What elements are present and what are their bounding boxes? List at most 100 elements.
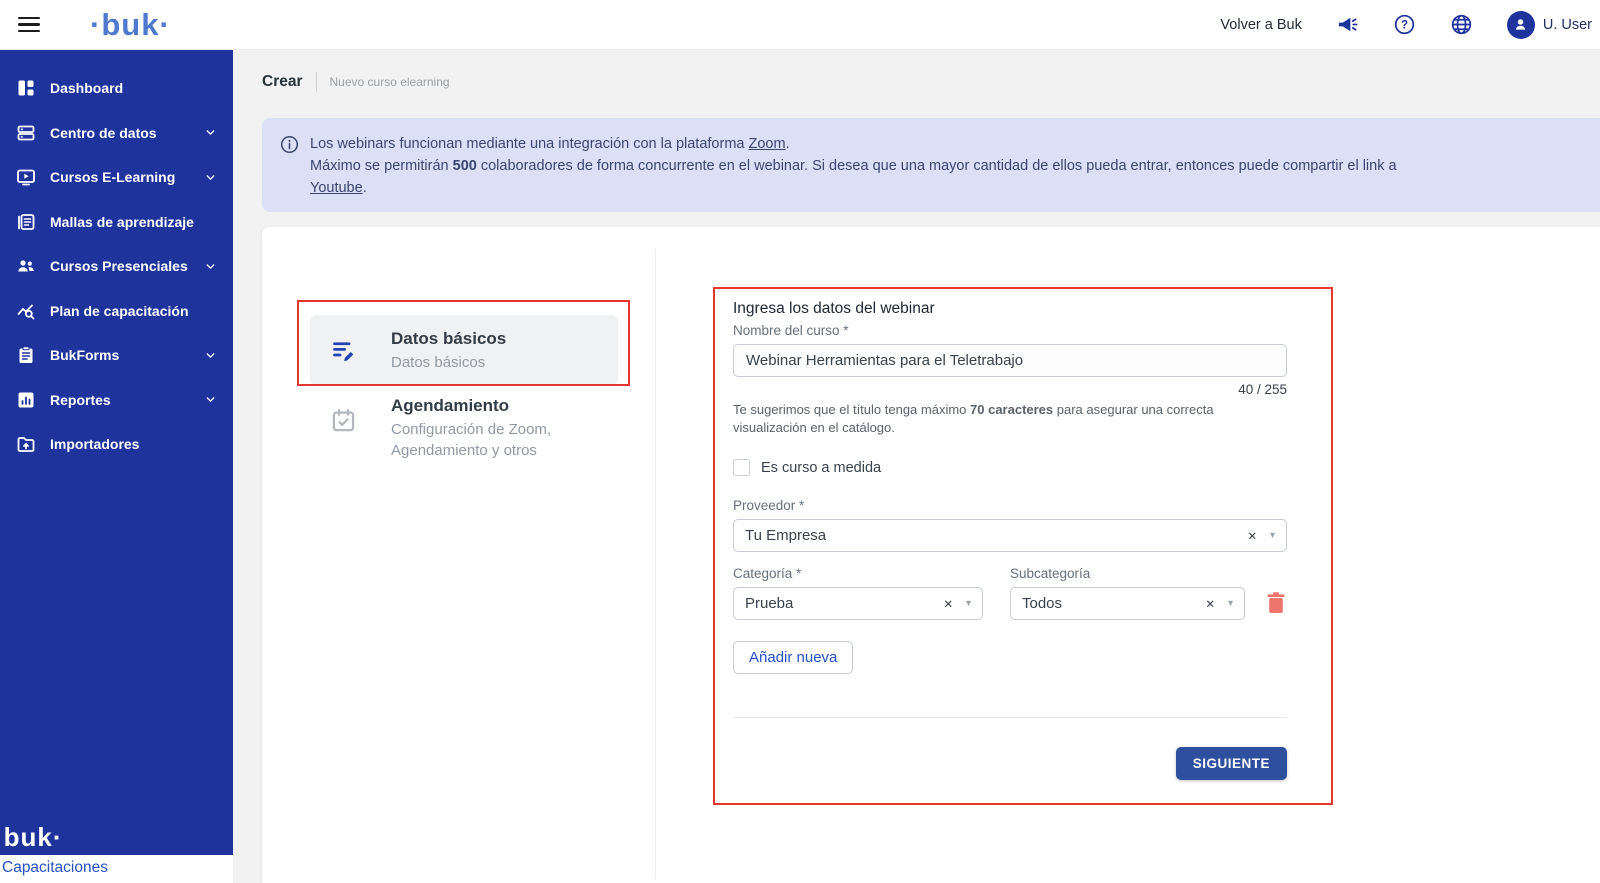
clear-icon[interactable]: ✕	[943, 597, 953, 611]
provider-label: Proveedor *	[733, 497, 1287, 514]
sidebar-item-label: Importadores	[50, 436, 139, 452]
category-select[interactable]: Prueba ✕ ▾	[733, 587, 983, 620]
next-button[interactable]: SIGUIENTE	[1176, 747, 1287, 780]
sidebar-item-label: Plan de capacitación	[50, 303, 189, 319]
help-icon[interactable]: ?	[1393, 13, 1416, 36]
back-to-buk-link[interactable]: Volver a Buk	[1220, 17, 1301, 33]
globe-icon[interactable]	[1450, 13, 1473, 36]
checkbox-label: Es curso a medida	[761, 460, 881, 476]
category-row: Categoría * Prueba ✕ ▾ Subcategoría Todo…	[733, 565, 1287, 620]
sidebar-item-reportes[interactable]: Reportes	[0, 378, 233, 423]
sidebar-item-label: Reportes	[50, 392, 111, 408]
step-agendamiento[interactable]: Agendamiento Configuración de Zoom, Agen…	[310, 395, 620, 461]
caret-down-icon: ▾	[1228, 598, 1233, 609]
custom-course-checkbox-row[interactable]: Es curso a medida	[733, 459, 1287, 476]
database-icon	[16, 123, 36, 143]
course-name-label: Nombre del curso *	[733, 322, 1287, 339]
card-divider	[655, 249, 656, 879]
breadcrumb-subtitle: Nuevo curso elearning	[330, 75, 450, 89]
step-text: Agendamiento Configuración de Zoom, Agen…	[391, 395, 621, 461]
step-datos-basicos[interactable]: Datos básicos Datos básicos	[310, 315, 618, 385]
clear-icon[interactable]: ✕	[1247, 529, 1257, 543]
elearning-icon	[16, 167, 36, 187]
webinar-form: Ingresa los datos del webinar Nombre del…	[733, 300, 1287, 780]
capacitaciones-link[interactable]: Capacitaciones	[0, 855, 233, 883]
category-value: Prueba	[745, 595, 943, 612]
add-new-button[interactable]: Añadir nueva	[733, 641, 853, 674]
subcategory-label: Subcategoría	[1010, 565, 1245, 582]
course-name-input[interactable]	[733, 344, 1287, 377]
provider-select[interactable]: Tu Empresa ✕ ▾	[733, 519, 1287, 552]
sidebar-item-label: Centro de datos	[50, 125, 157, 141]
user-menu[interactable]: U. User	[1507, 11, 1592, 39]
calendar-check-icon	[330, 407, 357, 434]
people-icon	[16, 256, 36, 276]
sidebar-item-importadores[interactable]: Importadores	[0, 422, 233, 467]
form-divider	[733, 717, 1287, 718]
chevron-down-icon	[204, 393, 217, 406]
svg-text:?: ?	[1401, 20, 1408, 32]
sidebar-item-bukforms[interactable]: BukForms	[0, 333, 233, 378]
category-column: Categoría * Prueba ✕ ▾	[733, 565, 983, 620]
step-title: Datos básicos	[391, 328, 621, 350]
bar-chart-icon	[16, 390, 36, 410]
subcategory-column: Subcategoría Todos ✕ ▾	[1010, 565, 1245, 620]
chevron-down-icon	[204, 171, 217, 184]
subcategory-select[interactable]: Todos ✕ ▾	[1010, 587, 1245, 620]
buk-logo-footer: ·buk·	[0, 822, 63, 853]
banner-line-3: Youtube.	[310, 177, 1397, 199]
sidebar-item-label: BukForms	[50, 347, 119, 363]
menu-icon[interactable]	[18, 13, 40, 37]
helper-text: Te sugerimos que el título tenga máximo …	[733, 401, 1287, 437]
sidebar-item-label: Cursos E-Learning	[50, 169, 175, 185]
sidebar-item-label: Mallas de aprendizaje	[50, 214, 194, 230]
sidebar-item-cursos-presenciales[interactable]: Cursos Presenciales	[0, 244, 233, 289]
megaphone-icon[interactable]	[1336, 13, 1359, 36]
sidebar: Dashboard Centro de datos Cursos E-Learn…	[0, 50, 233, 855]
edit-list-icon	[330, 337, 357, 364]
sidebar-item-label: Cursos Presenciales	[50, 258, 188, 274]
training-plan-icon	[16, 301, 36, 321]
info-banner: Los webinars funcionan mediante una inte…	[262, 118, 1600, 212]
clipboard-icon	[16, 345, 36, 365]
form-actions: SIGUIENTE	[733, 747, 1287, 780]
page: ·buk· Volver a Buk ?	[0, 0, 1600, 883]
import-folder-icon	[16, 434, 36, 454]
user-avatar-icon	[1507, 11, 1535, 39]
form-heading: Ingresa los datos del webinar	[733, 300, 1287, 318]
sidebar-item-dashboard[interactable]: Dashboard	[0, 66, 233, 111]
provider-value: Tu Empresa	[745, 527, 1247, 544]
sidebar-item-cursos-elearning[interactable]: Cursos E-Learning	[0, 155, 233, 200]
dashboard-icon	[16, 78, 36, 98]
info-icon	[280, 135, 299, 154]
delete-category-button[interactable]	[1265, 591, 1287, 615]
step-title: Agendamiento	[391, 395, 621, 417]
trash-icon	[1265, 591, 1287, 615]
sidebar-item-label: Dashboard	[50, 80, 123, 96]
breadcrumb: Crear Nuevo curso elearning	[262, 72, 450, 92]
banner-line-1: Los webinars funcionan mediante una inte…	[310, 133, 1397, 155]
caret-down-icon: ▾	[1270, 530, 1275, 541]
info-banner-text: Los webinars funcionan mediante una inte…	[310, 133, 1397, 197]
wizard-card: Datos básicos Datos básicos Agendamiento…	[262, 227, 1600, 883]
page-title: Crear	[262, 73, 303, 91]
custom-course-checkbox[interactable]	[733, 459, 750, 476]
zoom-link[interactable]: Zoom	[749, 136, 786, 152]
breadcrumb-divider	[316, 72, 317, 92]
sidebar-item-centro-de-datos[interactable]: Centro de datos	[0, 111, 233, 156]
clear-icon[interactable]: ✕	[1205, 597, 1215, 611]
topbar: ·buk· Volver a Buk ?	[0, 0, 1600, 50]
youtube-link[interactable]: Youtube	[310, 180, 363, 196]
category-label: Categoría *	[733, 565, 983, 582]
main-content: Crear Nuevo curso elearning Los webinars…	[233, 50, 1600, 883]
subcategory-value: Todos	[1022, 595, 1205, 612]
banner-line-2: Máximo se permitirán 500 colaboradores d…	[310, 155, 1397, 177]
sidebar-item-mallas[interactable]: Mallas de aprendizaje	[0, 200, 233, 245]
chevron-down-icon	[204, 260, 217, 273]
step-subtitle: Configuración de Zoom, Agendamiento y ot…	[391, 419, 621, 461]
chevron-down-icon	[204, 126, 217, 139]
username: U. User	[1543, 17, 1592, 33]
sidebar-item-plan-capacitacion[interactable]: Plan de capacitación	[0, 289, 233, 334]
step-text: Datos básicos Datos básicos	[391, 328, 621, 373]
char-counter: 40 / 255	[733, 381, 1287, 398]
